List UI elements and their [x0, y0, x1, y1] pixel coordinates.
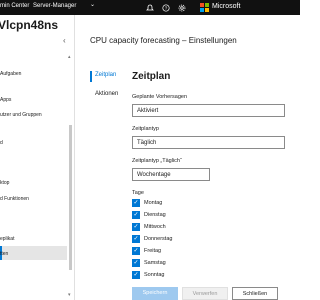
- checkbox-freitag[interactable]: ✓: [132, 247, 140, 255]
- day-label: Mittwoch: [144, 224, 166, 230]
- tab-zeitplan[interactable]: Zeitplan: [95, 72, 116, 78]
- day-label: Donnerstag: [144, 236, 173, 242]
- page-title: CPU capacity forecasting – Einstellungen: [90, 36, 237, 45]
- sidebar-item-aufgaben[interactable]: Aufgaben: [0, 71, 21, 77]
- breadcrumb-server-manager[interactable]: Server-Manager: [33, 3, 76, 9]
- brand-name: Microsoft: [212, 3, 241, 10]
- collapse-icon[interactable]: ‹: [63, 36, 66, 45]
- schedule-type-select[interactable]: Täglich: [132, 136, 285, 149]
- day-label: Dienstag: [144, 212, 166, 218]
- day-label: Samstag: [144, 260, 166, 266]
- sidebar-item-desktop[interactable]: ktop: [0, 180, 9, 186]
- daily-schedule-type-value: Wochentage: [137, 172, 171, 178]
- day-label: Freitag: [144, 248, 162, 254]
- notifications-icon[interactable]: [142, 0, 158, 15]
- save-button[interactable]: Speichern: [132, 287, 178, 300]
- settings-icon[interactable]: [174, 0, 190, 15]
- microsoft-logo-icon: [200, 3, 209, 12]
- checkbox-dienstag[interactable]: ✓: [132, 211, 140, 219]
- sidebar-item-selected[interactable]: tten: [0, 251, 8, 257]
- close-button[interactable]: Schließen: [232, 287, 278, 300]
- help-icon[interactable]: ?: [158, 0, 174, 15]
- daily-schedule-type-select[interactable]: Wochentage: [132, 168, 210, 181]
- scheduled-forecasts-label: Geplante Vorhersagen: [132, 94, 188, 100]
- checkbox-montag[interactable]: ✓: [132, 199, 140, 207]
- left-nav-pane: Vlcpn48ns ‹ Aufgaben Apps utzer und Grup…: [0, 15, 75, 300]
- day-label: Montag: [144, 200, 163, 206]
- top-bar: min Center Server-Manager ⌄ ? Microsoft: [0, 0, 300, 15]
- days-label: Tage: [132, 190, 144, 196]
- checkbox-mittwoch[interactable]: ✓: [132, 223, 140, 231]
- app-title[interactable]: min Center: [0, 3, 29, 9]
- nav-selection-highlight: [0, 246, 67, 260]
- nav-active-indicator: [90, 71, 92, 82]
- svg-text:?: ?: [165, 5, 168, 10]
- chevron-down-icon[interactable]: ⌄: [90, 1, 95, 8]
- tab-aktionen[interactable]: Aktionen: [95, 91, 118, 97]
- scheduled-forecasts-select[interactable]: Aktiviert: [132, 104, 285, 117]
- sidebar-item-users-groups[interactable]: utzer und Gruppen: [0, 112, 42, 118]
- daily-schedule-type-label: Zeitplantyp „Täglich“: [132, 158, 182, 164]
- scheduled-forecasts-value: Aktiviert: [137, 108, 159, 114]
- sidebar-item-d[interactable]: d: [0, 140, 3, 146]
- schedule-type-value: Täglich: [137, 140, 157, 146]
- sidebar-scrollbar[interactable]: [69, 125, 72, 270]
- sidebar-item-replica[interactable]: eplikat: [0, 236, 14, 242]
- checkbox-sonntag[interactable]: ✓: [132, 271, 140, 279]
- checkbox-samstag[interactable]: ✓: [132, 259, 140, 267]
- checkbox-donnerstag[interactable]: ✓: [132, 235, 140, 243]
- discard-button[interactable]: Verwerfen: [182, 287, 228, 300]
- section-title: Zeitplan: [132, 71, 171, 82]
- schedule-type-label: Zeitplantyp: [132, 126, 159, 132]
- scroll-up-icon[interactable]: ▴: [68, 54, 71, 60]
- day-label: Sonntag: [144, 272, 165, 278]
- sidebar-item-apps[interactable]: Apps: [0, 97, 11, 103]
- server-name: Vlcpn48ns: [0, 18, 59, 32]
- settings-panel: CPU capacity forecasting – Einstellungen…: [75, 15, 300, 300]
- scroll-down-icon[interactable]: ▾: [68, 292, 71, 298]
- sidebar-item-roles-features[interactable]: d Funktionen: [0, 196, 29, 202]
